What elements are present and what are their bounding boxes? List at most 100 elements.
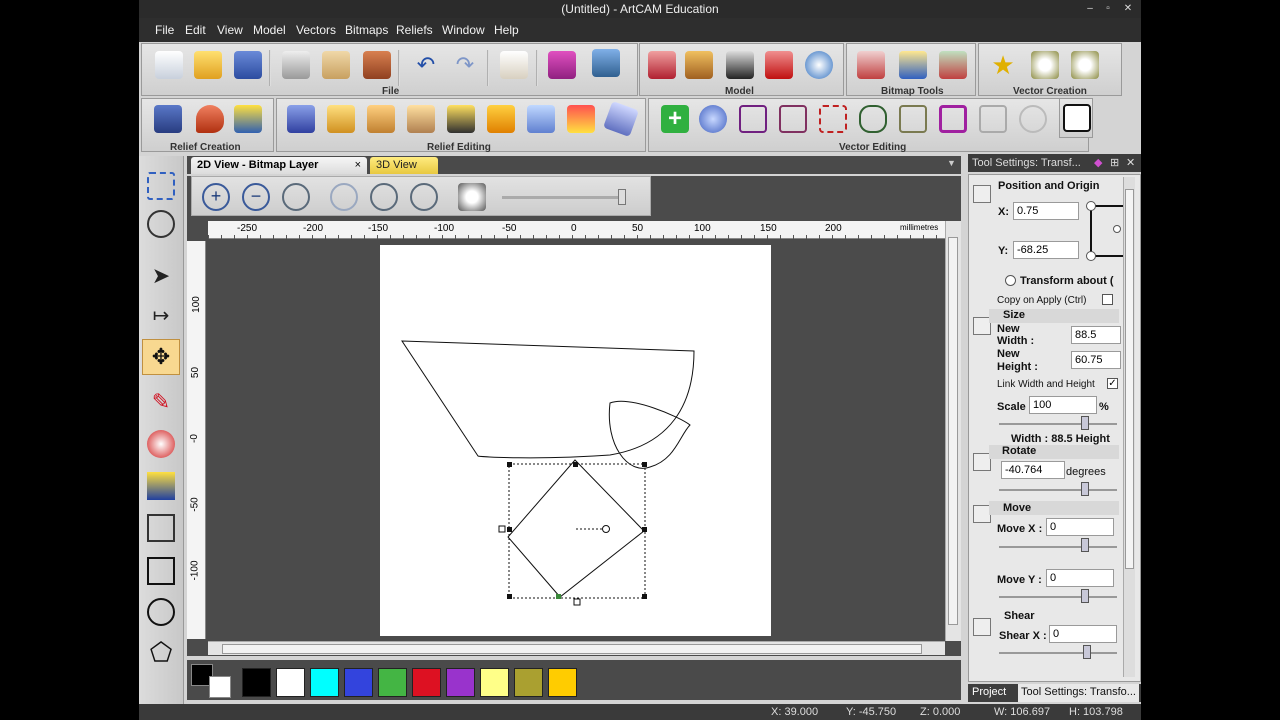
horizontal-scrollbar[interactable] — [208, 641, 945, 655]
book-icon[interactable] — [548, 51, 576, 79]
zoom-selected-icon[interactable] — [410, 183, 438, 211]
relief-edit-2-icon[interactable] — [327, 105, 355, 133]
vector-edit-8-icon[interactable] — [939, 105, 967, 133]
save-icon[interactable] — [234, 51, 262, 79]
plus-icon[interactable]: + — [661, 105, 689, 133]
menu-model[interactable]: Model — [253, 23, 286, 37]
globe-icon[interactable] — [147, 210, 175, 238]
selection-handle[interactable] — [642, 462, 647, 467]
tabs-dropdown-icon[interactable]: ▼ — [947, 158, 956, 168]
menu-help[interactable]: Help — [494, 23, 519, 37]
vector-edit-7-icon[interactable] — [899, 105, 927, 133]
model-icon-3[interactable] — [726, 51, 754, 79]
relief-create-3-icon[interactable] — [234, 105, 262, 133]
vector-edit-6-icon[interactable] — [859, 105, 887, 133]
vertical-scroll-thumb[interactable] — [948, 237, 958, 625]
bitmap-tool-2-icon[interactable] — [899, 51, 927, 79]
setup-icon[interactable] — [592, 49, 620, 77]
move-x-slider[interactable] — [999, 546, 1117, 548]
origin-radio[interactable] — [1086, 201, 1096, 211]
model-icon-2[interactable] — [685, 51, 713, 79]
selection-handle[interactable] — [573, 462, 578, 467]
tab-2d-view[interactable]: 2D View - Bitmap Layer × — [191, 157, 367, 174]
move-y-slider-thumb[interactable] — [1081, 589, 1089, 603]
relief-edit-8-icon[interactable] — [567, 105, 595, 133]
relief-edit-6-icon[interactable] — [487, 105, 515, 133]
menu-file[interactable]: File — [155, 23, 174, 37]
color-swatch[interactable] — [378, 668, 407, 697]
selection-handle[interactable] — [507, 462, 512, 467]
close-button[interactable]: ✕ — [1121, 2, 1135, 16]
vector-edit-4-icon[interactable] — [779, 105, 807, 133]
relief-edit-9-icon[interactable] — [603, 101, 639, 137]
node-cluster-icon[interactable] — [1031, 51, 1059, 79]
pin-icon[interactable]: ◆ — [1094, 154, 1102, 172]
x-input[interactable] — [1013, 202, 1079, 220]
vector-edit-10-icon[interactable] — [1019, 105, 1047, 133]
color-swatch[interactable] — [412, 668, 441, 697]
menu-edit[interactable]: Edit — [185, 23, 206, 37]
copy-icon[interactable] — [322, 51, 350, 79]
view-settings-icon[interactable] — [458, 183, 486, 211]
rotation-center-handle[interactable] — [602, 525, 610, 533]
color-swatch[interactable] — [514, 668, 543, 697]
origin-radio[interactable] — [1086, 251, 1096, 261]
pencil-icon[interactable]: ✎ — [147, 388, 175, 416]
zoom-slider-track[interactable] — [502, 196, 624, 199]
relief-create-1-icon[interactable] — [154, 105, 182, 133]
selection-handle[interactable] — [642, 594, 647, 599]
paste-icon[interactable] — [363, 51, 391, 79]
polygon-icon[interactable]: ⬠ — [147, 638, 175, 666]
polyline-icon[interactable] — [147, 514, 175, 542]
secondary-color-swatch[interactable] — [209, 676, 231, 698]
selection-handle-open[interactable] — [498, 525, 506, 533]
minimize-button[interactable]: – — [1083, 2, 1097, 16]
model-icon-5[interactable] — [805, 51, 833, 79]
model-icon-1[interactable] — [648, 51, 676, 79]
new-file-icon[interactable] — [155, 51, 183, 79]
cut-icon[interactable] — [282, 51, 310, 79]
circle-icon[interactable] — [147, 598, 175, 626]
color-swatch[interactable] — [548, 668, 577, 697]
y-input[interactable] — [1013, 241, 1079, 259]
open-folder-icon[interactable] — [194, 51, 222, 79]
horizontal-scroll-thumb[interactable] — [222, 644, 922, 654]
menu-reliefs[interactable]: Reliefs — [396, 23, 433, 37]
move-x-slider-thumb[interactable] — [1081, 538, 1089, 552]
selection-handle[interactable] — [507, 594, 512, 599]
zoom-out-icon[interactable]: − — [242, 183, 270, 211]
tab-3d-view[interactable]: 3D View — [370, 157, 438, 174]
rotate-input[interactable] — [1001, 461, 1065, 479]
notes-icon[interactable] — [500, 51, 528, 79]
zoom-previous-icon[interactable] — [282, 183, 310, 211]
vector-edit-9-icon[interactable] — [979, 105, 1007, 133]
panel-close-icon[interactable]: ✕ — [1126, 154, 1135, 172]
color-swatch[interactable] — [480, 668, 509, 697]
node-edit-icon[interactable]: ↦ — [147, 302, 175, 330]
bitmap-tool-3-icon[interactable] — [939, 51, 967, 79]
rectangle-icon[interactable] — [147, 557, 175, 585]
rotate-slider[interactable] — [999, 489, 1117, 491]
new-height-input[interactable] — [1071, 351, 1121, 369]
shear-x-slider[interactable] — [999, 652, 1117, 654]
drawing-sheet[interactable] — [380, 245, 771, 636]
selection-handle[interactable] — [556, 594, 561, 599]
zoom-in-icon[interactable]: + — [202, 183, 230, 211]
panel-scroll-thumb[interactable] — [1125, 189, 1134, 569]
origin-radio[interactable] — [1113, 225, 1121, 233]
paint-icon[interactable] — [147, 430, 175, 458]
color-swatch[interactable] — [344, 668, 373, 697]
rotate-slider-thumb[interactable] — [1081, 482, 1089, 496]
selection-handle[interactable] — [507, 527, 512, 532]
selection-handle-open[interactable] — [573, 598, 581, 606]
maximize-button[interactable]: ▫ — [1101, 2, 1115, 16]
select-arrow-icon[interactable]: ➤ — [147, 262, 175, 290]
move-x-input[interactable] — [1046, 518, 1114, 536]
shear-x-input[interactable] — [1049, 625, 1117, 643]
menu-bitmaps[interactable]: Bitmaps — [345, 23, 388, 37]
bitmap-tool-1-icon[interactable] — [857, 51, 885, 79]
zoom-fit-icon[interactable] — [370, 183, 398, 211]
relief-edit-1-icon[interactable] — [287, 105, 315, 133]
relief-create-2-icon[interactable] — [196, 105, 224, 133]
color-swatch[interactable] — [276, 668, 305, 697]
